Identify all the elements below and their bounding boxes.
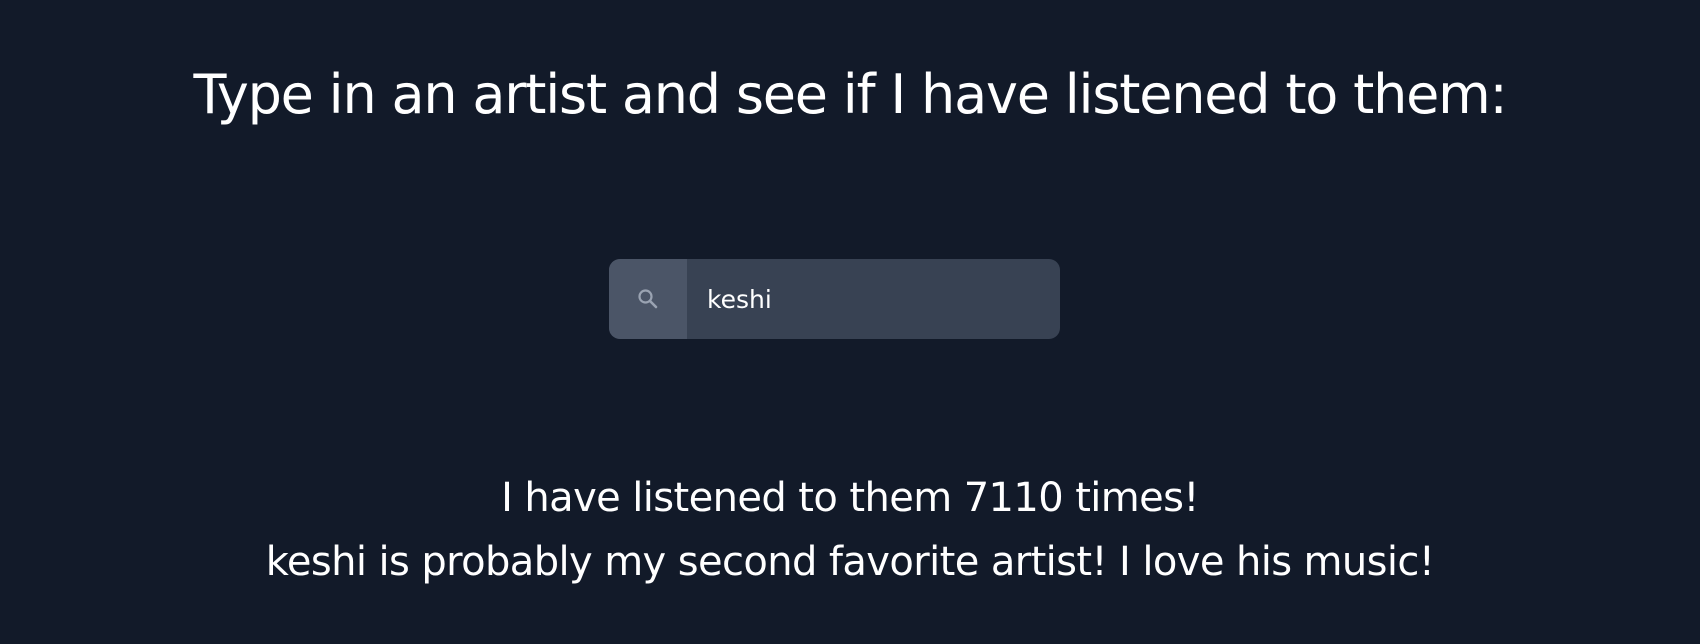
artist-search-box [609, 259, 1060, 339]
search-icon [609, 259, 687, 339]
page-heading: Type in an artist and see if I have list… [193, 63, 1507, 126]
artist-comment-text: keshi is probably my second favorite art… [265, 539, 1435, 585]
listen-count-text: I have listened to them 7110 times! [501, 475, 1199, 521]
artist-search-input[interactable] [687, 259, 1060, 339]
